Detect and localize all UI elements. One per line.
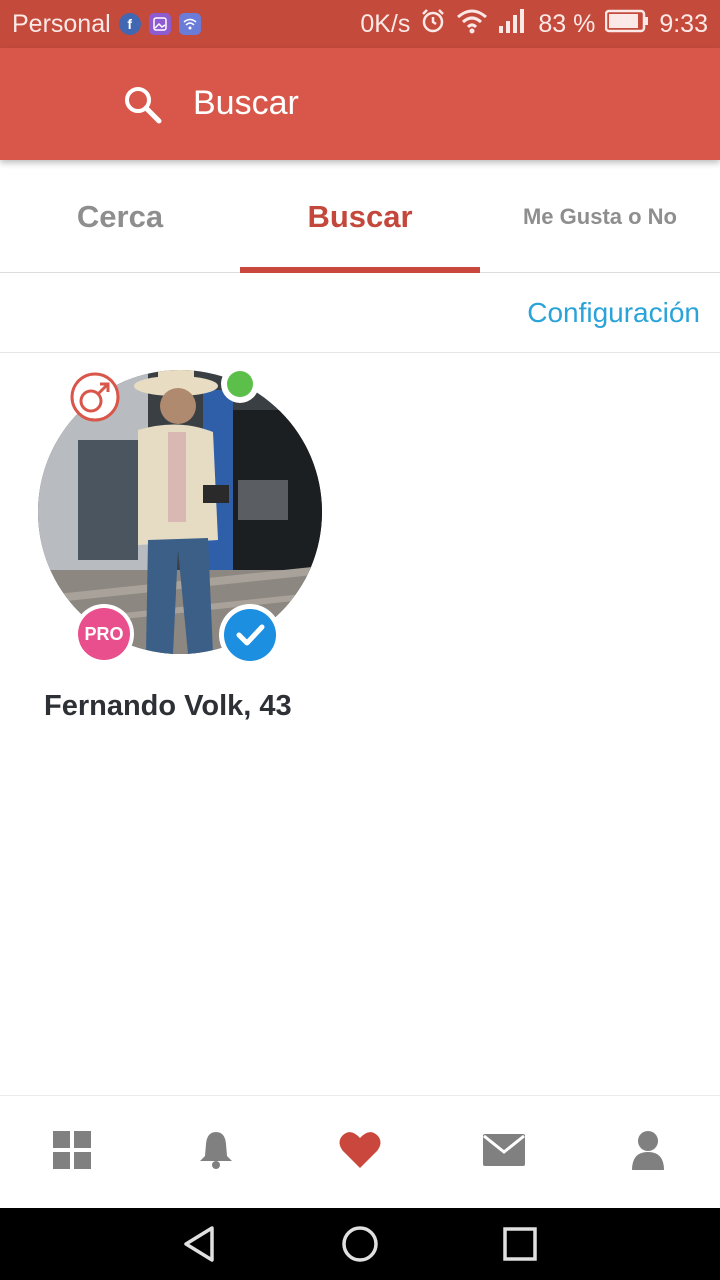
config-row: Configuración — [0, 273, 720, 353]
app-bar: Buscar — [0, 48, 720, 160]
home-icon — [342, 1226, 378, 1262]
profile-name[interactable]: Fernando Volk, 43 — [44, 690, 292, 723]
clock: 9:33 — [659, 9, 708, 38]
system-nav-bar — [0, 1208, 720, 1280]
tab-label: Cerca — [76, 198, 164, 234]
signal-icon — [498, 8, 528, 41]
pro-label: PRO — [78, 608, 130, 660]
online-indicator — [221, 365, 259, 403]
bottom-nav — [0, 1095, 720, 1208]
tab-me-gusta-o-no[interactable]: Me Gusta o No — [480, 160, 720, 273]
profile-card[interactable]: PRO Fernando Volk, 43 — [20, 360, 340, 740]
gallery-icon — [148, 13, 171, 35]
recents-icon — [503, 1227, 537, 1261]
status-left: Personal f — [12, 10, 201, 39]
status-right: 0K/s 83 % 9:33 — [360, 8, 708, 41]
home-button[interactable] — [330, 1214, 390, 1274]
male-icon — [70, 372, 120, 422]
status-bar: Personal f 0K/s 83 % 9:33 — [0, 0, 720, 48]
alarm-icon — [420, 8, 446, 41]
app-title[interactable]: Buscar — [193, 84, 299, 123]
nav-profile[interactable] — [576, 1096, 720, 1208]
nav-likes[interactable] — [288, 1096, 432, 1208]
wifi-app-icon — [178, 13, 201, 35]
nav-notifications[interactable] — [144, 1096, 288, 1208]
heart-icon — [338, 1130, 382, 1175]
tab-label: Buscar — [307, 198, 413, 234]
recents-button[interactable] — [490, 1214, 550, 1274]
grid-icon — [52, 1130, 92, 1175]
pro-badge: PRO — [74, 604, 134, 664]
verified-icon — [219, 604, 281, 666]
nav-messages[interactable] — [432, 1096, 576, 1208]
bell-icon — [198, 1130, 234, 1175]
back-button[interactable] — [170, 1214, 230, 1274]
search-icon[interactable] — [122, 84, 164, 126]
back-icon — [184, 1226, 214, 1262]
net-speed: 0K/s — [360, 9, 411, 38]
tab-bar: Cerca Buscar Me Gusta o No — [0, 160, 720, 273]
tab-label: Me Gusta o No — [522, 203, 677, 229]
nav-grid[interactable] — [0, 1096, 144, 1208]
battery-level: 83 % — [538, 9, 596, 38]
facebook-icon: f — [118, 13, 141, 35]
configuration-link[interactable]: Configuración — [527, 297, 700, 329]
tab-cerca[interactable]: Cerca — [0, 160, 240, 273]
carrier-label: Personal — [12, 9, 111, 38]
tab-buscar[interactable]: Buscar — [240, 160, 480, 273]
battery-icon — [605, 9, 649, 40]
mail-icon — [482, 1132, 526, 1173]
person-icon — [630, 1130, 666, 1175]
screen: Personal f 0K/s 83 % 9:33 Buscar Cerca B… — [0, 0, 720, 1280]
wifi-icon — [456, 8, 488, 41]
